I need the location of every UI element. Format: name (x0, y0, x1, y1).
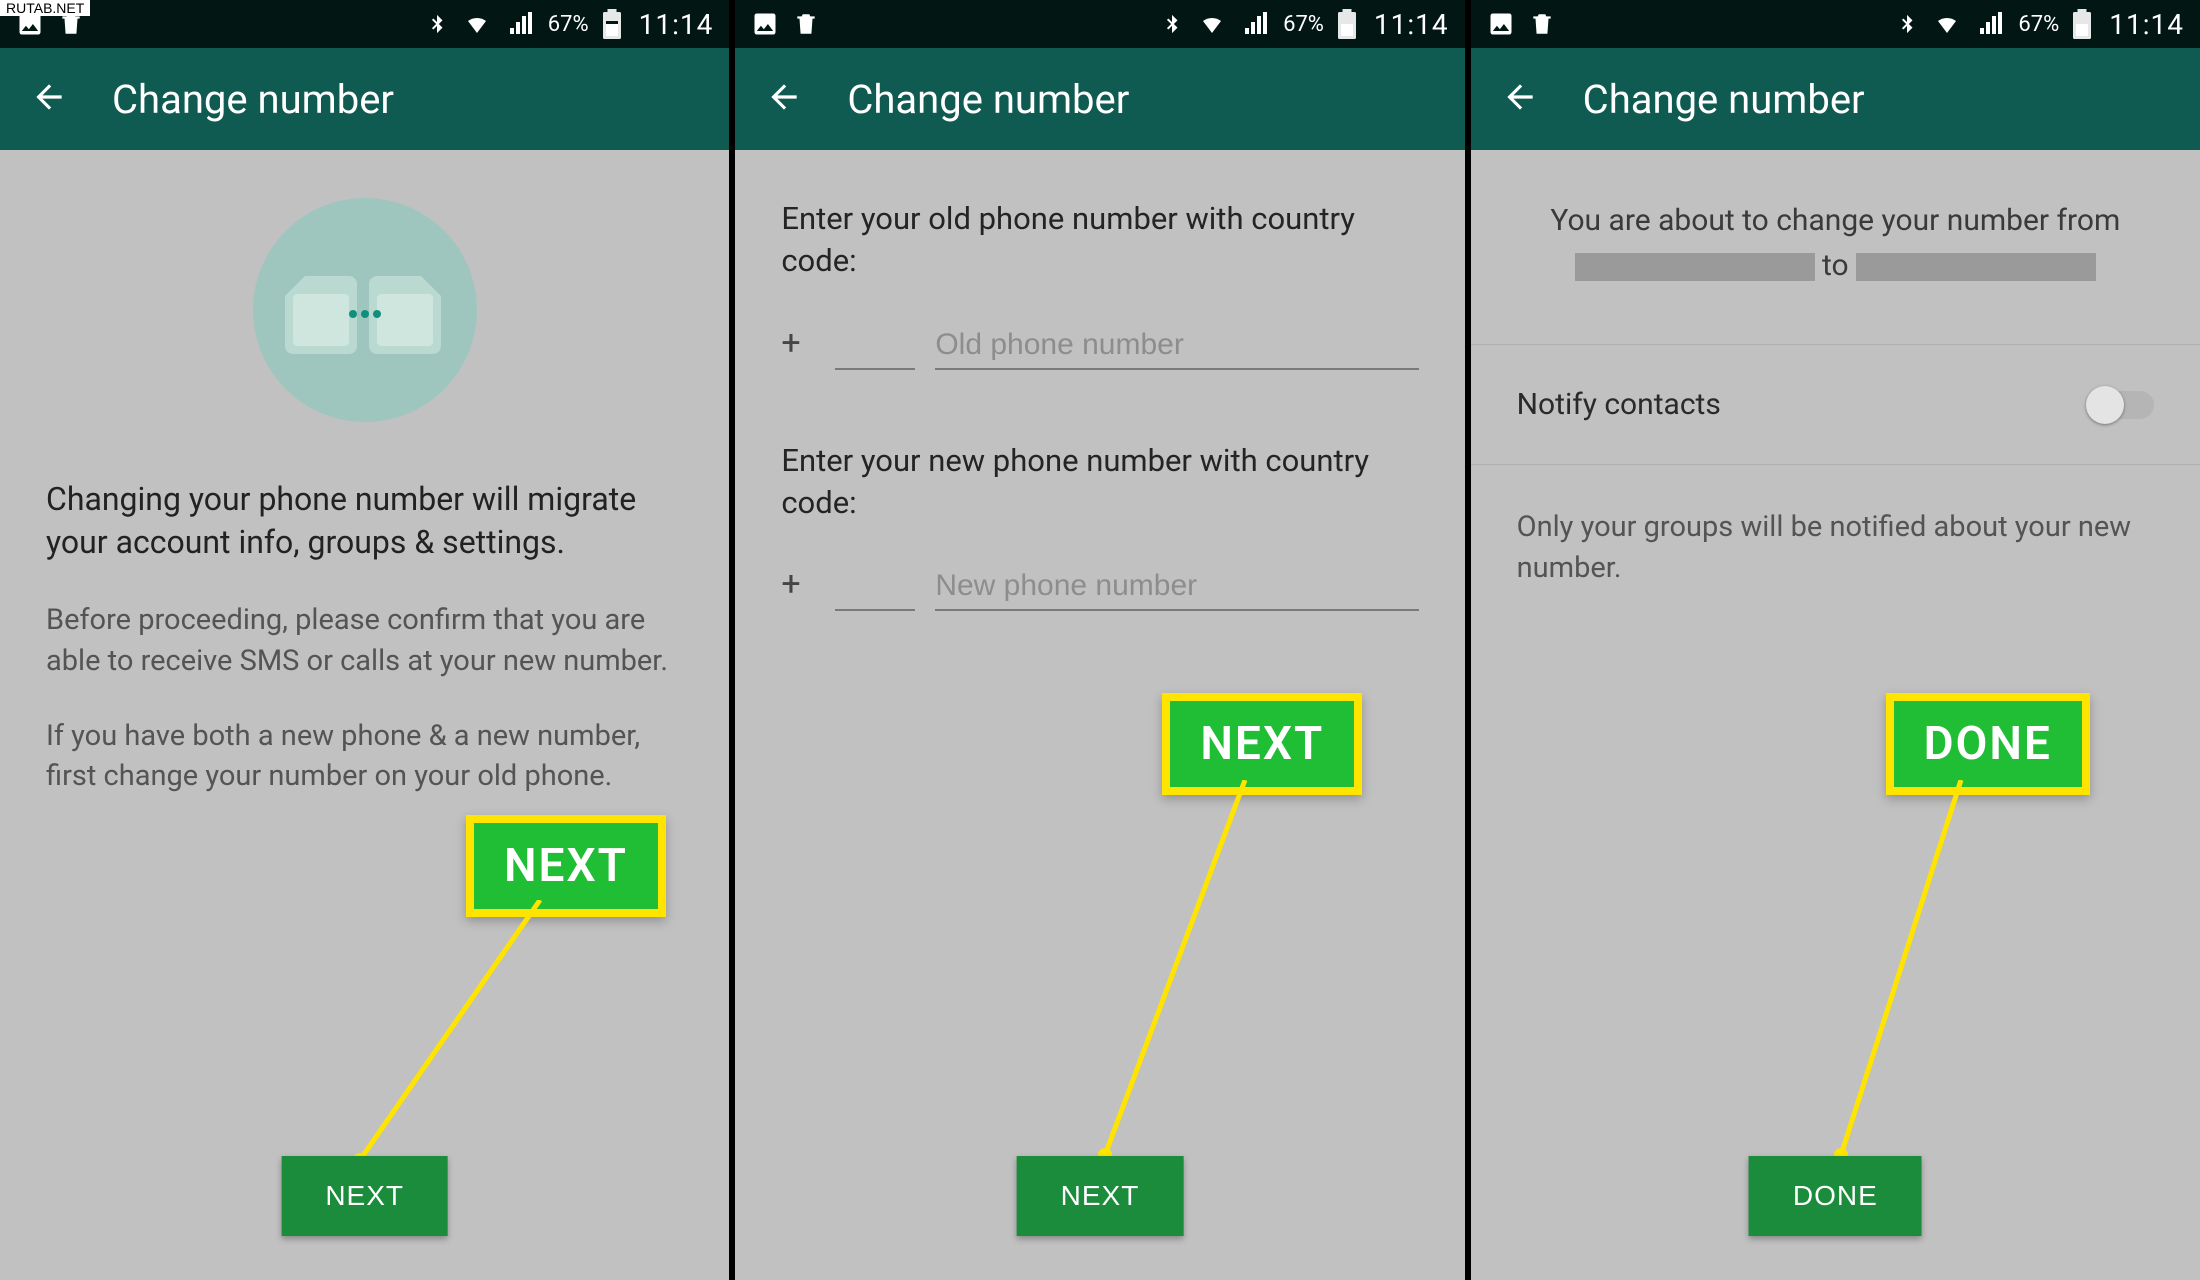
image-icon (1487, 10, 1515, 38)
new-phone-input[interactable] (935, 563, 1418, 611)
delete-icon (793, 11, 819, 37)
page-title: Change number (847, 76, 1129, 123)
notify-contacts-label: Notify contacts (1517, 387, 1721, 422)
battery-percent: 67% (2018, 12, 2059, 37)
next-button[interactable]: NEXT (1017, 1156, 1184, 1236)
bluetooth-icon (1161, 10, 1183, 38)
wifi-icon (1932, 12, 1962, 36)
new-country-code-input[interactable] (835, 563, 915, 611)
notify-contacts-toggle[interactable] (2086, 391, 2154, 419)
bluetooth-icon (426, 10, 448, 38)
plus-prefix: + (781, 323, 815, 363)
divider (1471, 464, 2200, 465)
wifi-icon (462, 12, 492, 36)
plus-prefix: + (781, 564, 815, 604)
page-title: Change number (112, 76, 394, 123)
old-phone-input[interactable] (935, 322, 1418, 370)
next-annotation: NEXT (466, 815, 666, 917)
page-title: Change number (1583, 76, 1865, 123)
notify-description: Only your groups will be notified about … (1517, 507, 2154, 588)
screen-1: 67% 11:14 Change number (0, 0, 735, 1280)
screen-2: 67% 11:14 Change number Enter your old p… (735, 0, 1470, 1280)
new-number-label: Enter your new phone number with country… (781, 440, 1418, 524)
old-number-label: Enter your old phone number with country… (781, 198, 1418, 282)
statusbar: 67% 11:14 (735, 0, 1464, 48)
intro-para-2: If you have both a new phone & a new num… (46, 716, 683, 797)
statusbar: 67% 11:14 (1471, 0, 2200, 48)
statusbar: 67% 11:14 (0, 0, 729, 48)
appbar: Change number (735, 48, 1464, 150)
old-number-redacted (1575, 253, 1815, 281)
next-annotation: NEXT (1162, 693, 1362, 795)
image-icon (751, 10, 779, 38)
new-number-redacted (1856, 253, 2096, 281)
clock: 11:14 (2109, 8, 2184, 41)
screen-3: 67% 11:14 Change number You are about to… (1471, 0, 2200, 1280)
delete-icon (1529, 11, 1555, 37)
done-button[interactable]: DONE (1749, 1156, 1922, 1236)
wifi-icon (1197, 12, 1227, 36)
confirm-text: You are about to change your number from… (1517, 198, 2154, 288)
back-icon[interactable] (1501, 78, 1539, 120)
signal-icon (1241, 12, 1269, 36)
clock: 11:14 (639, 8, 714, 41)
signal-icon (1976, 12, 2004, 36)
signal-icon (506, 12, 534, 36)
appbar: Change number (0, 48, 729, 150)
battery-percent: 67% (548, 12, 589, 37)
done-annotation: DONE (1886, 693, 2090, 795)
appbar: Change number (1471, 48, 2200, 150)
divider (1471, 344, 2200, 345)
bluetooth-icon (1896, 10, 1918, 38)
clock: 11:14 (1374, 8, 1449, 41)
next-button[interactable]: NEXT (281, 1156, 448, 1236)
intro-lead: Changing your phone number will migrate … (46, 478, 683, 564)
watermark: RUTAB.NET (0, 0, 90, 16)
back-icon[interactable] (30, 78, 68, 120)
battery-icon (603, 9, 621, 39)
intro-para-1: Before proceeding, please confirm that y… (46, 600, 683, 681)
battery-icon (2073, 9, 2091, 39)
old-country-code-input[interactable] (835, 322, 915, 370)
battery-icon (1338, 9, 1356, 39)
sim-swap-graphic (253, 198, 477, 422)
back-icon[interactable] (765, 78, 803, 120)
battery-percent: 67% (1283, 12, 1324, 37)
